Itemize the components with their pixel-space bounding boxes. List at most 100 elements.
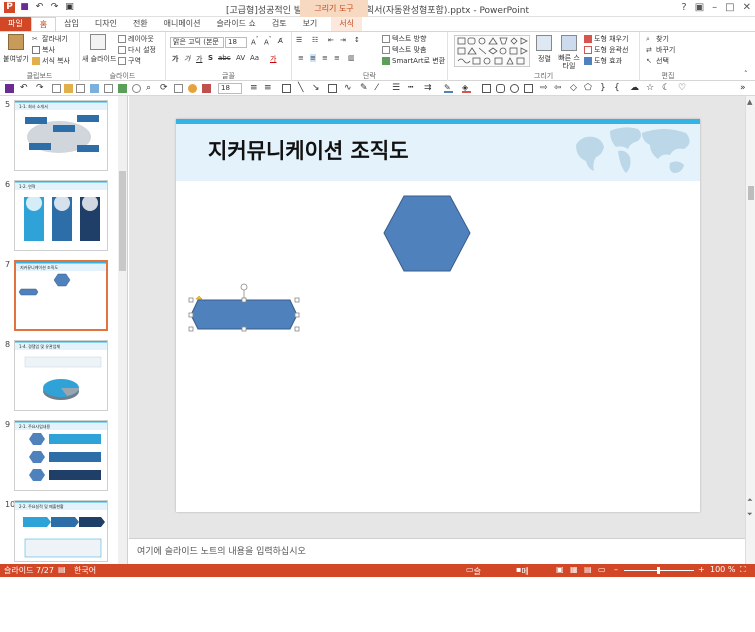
fit-to-window-icon[interactable]: ⛶ [740, 565, 746, 575]
resize-handle[interactable] [294, 312, 300, 318]
tab-slideshow[interactable]: 슬라이드 쇼 [208, 17, 263, 31]
resize-handle[interactable] [188, 297, 194, 303]
rounded-rect-icon[interactable] [496, 84, 505, 93]
arrow-style-icon[interactable]: ⇉ [424, 84, 433, 93]
smartart-icon[interactable] [202, 84, 211, 93]
spellcheck-icon[interactable]: ▤ [58, 565, 66, 574]
adjust-handle[interactable] [195, 295, 203, 300]
thumbnail-item[interactable]: 8 1-4. 경쟁업 및 유관업체 [0, 338, 120, 414]
font-color-icon[interactable]: 가 [270, 54, 276, 64]
textbox-icon[interactable] [328, 84, 337, 93]
save-icon[interactable] [5, 84, 14, 93]
slideshow-view-icon[interactable]: ▭ [598, 565, 606, 574]
numbering-icon[interactable]: ☷ [312, 36, 318, 44]
columns-icon[interactable]: ▥ [348, 54, 355, 62]
new-file-icon[interactable] [52, 84, 61, 93]
tab-design[interactable]: 디자인 [87, 17, 125, 31]
selected-bar-shape[interactable] [184, 279, 304, 333]
cut-button[interactable]: ✂ 잘라내기 [32, 34, 68, 44]
text-direction-button[interactable]: 텍스트 방향 [382, 34, 426, 44]
shapes-gallery[interactable] [454, 35, 530, 67]
toolbar-font-size[interactable]: 18 [218, 83, 242, 94]
shape-outline-button[interactable]: 도형 윤곽선 [584, 45, 628, 55]
scroll-up-icon[interactable]: ▲ [747, 98, 752, 106]
thumbnail-scrollbar[interactable] [118, 96, 127, 564]
resize-handle[interactable] [188, 312, 194, 318]
align-center-icon[interactable]: ≡ [310, 54, 316, 62]
italic-icon[interactable]: 가 [184, 54, 190, 64]
minimize-icon[interactable]: – [712, 2, 717, 13]
rectangle-icon[interactable] [282, 84, 291, 93]
slide-title[interactable]: 지커뮤니케이션 조직도 [208, 135, 409, 165]
resize-handle[interactable] [188, 326, 194, 332]
new-slide-icon[interactable] [90, 34, 106, 50]
align-left-icon[interactable]: ≡ [250, 84, 259, 93]
shapes-icon[interactable] [132, 84, 141, 93]
thumbnail-item[interactable]: 5 1-1. 회사 소개서 [0, 98, 120, 174]
arrange-button[interactable]: 정렬 [538, 54, 551, 64]
tab-animations[interactable]: 애니메이션 [156, 17, 209, 31]
replace-button[interactable]: ⇄ 바꾸기 [646, 45, 675, 55]
star-icon[interactable]: ☆ [646, 84, 655, 93]
thumbnail-slide-8[interactable]: 1-4. 경쟁업 및 유관업체 [14, 340, 108, 411]
hexagon-shape[interactable] [382, 195, 472, 273]
comments-toggle[interactable]: ▪ 메모 [516, 565, 529, 587]
line-spacing-icon[interactable]: ↕ [354, 36, 360, 44]
resize-handle[interactable] [294, 326, 300, 332]
chart-icon[interactable] [118, 84, 127, 93]
table-icon[interactable] [104, 84, 113, 93]
search-icon[interactable]: ⌕ [146, 84, 155, 93]
align-right-icon[interactable]: ≡ [322, 54, 328, 62]
resize-handle[interactable] [241, 297, 247, 303]
right-arrow-shape-icon[interactable]: ⇨ [540, 84, 549, 93]
quick-styles-icon[interactable] [561, 35, 577, 51]
fill-color-icon[interactable]: ◈ [462, 84, 471, 93]
zoom-slider-thumb[interactable] [657, 567, 660, 574]
print-icon[interactable] [76, 84, 85, 93]
thumbnail-item[interactable]: 9 2-1. 주요사업내용 [0, 418, 120, 494]
brace-icon[interactable]: { [614, 84, 623, 93]
decrease-font-icon[interactable]: A˅ [264, 37, 272, 46]
next-slide-icon[interactable]: ⏷ [747, 510, 753, 519]
shadow-icon[interactable]: S [208, 54, 213, 62]
justify-icon[interactable]: ≡ [334, 54, 340, 62]
paste-icon[interactable] [8, 34, 24, 50]
diamond-icon[interactable]: ◇ [570, 84, 579, 93]
slide-sorter-icon[interactable]: ▦ [570, 565, 578, 574]
zoom-in-icon[interactable]: + [698, 565, 705, 574]
dash-style-icon[interactable]: ┅ [408, 84, 417, 93]
rotation-handle[interactable] [240, 283, 248, 291]
speech-icon[interactable] [524, 84, 533, 93]
layout-button[interactable]: 레이아웃 [118, 34, 154, 44]
char-spacing-icon[interactable]: AV [236, 54, 245, 62]
normal-view-icon[interactable]: ▣ [556, 565, 564, 574]
arrange-icon[interactable] [536, 35, 552, 51]
color-wheel-icon[interactable] [188, 84, 197, 93]
current-slide[interactable]: 지커뮤니케이션 조직도 [176, 119, 700, 512]
redo-icon[interactable]: ↷ [36, 84, 45, 93]
callout-icon[interactable] [510, 84, 519, 93]
find-button[interactable]: ⌕ 찾기 [646, 34, 669, 44]
resize-handle[interactable] [241, 326, 247, 332]
language-indicator[interactable]: 한국어 [74, 565, 96, 576]
rect-shape-icon[interactable] [482, 84, 491, 93]
decrease-indent-icon[interactable]: ⇤ [328, 36, 334, 44]
moon-icon[interactable]: ☾ [662, 84, 671, 93]
thumbnail-slide-6[interactable]: 1-2. 연혁 [14, 180, 108, 251]
format-painter-button[interactable]: 서식 복사 [32, 56, 70, 66]
new-slide-button[interactable]: 새 슬라이드 [82, 54, 116, 64]
thumbnail-slide-10[interactable]: 2-2. 주요실적 및 매출현황 [14, 500, 108, 562]
resize-handle[interactable] [294, 297, 300, 303]
zoom-out-icon[interactable]: – [614, 565, 618, 574]
left-arrow-shape-icon[interactable]: ⇦ [554, 84, 563, 93]
increase-font-icon[interactable]: A˄ [251, 37, 259, 46]
undo-icon[interactable]: ↶ [20, 84, 29, 93]
reset-button[interactable]: 다시 설정 [118, 45, 156, 55]
heart-icon[interactable]: ♡ [678, 84, 687, 93]
reading-view-icon[interactable]: ▤ [584, 565, 592, 574]
select-button[interactable]: ↖ 선택 [646, 56, 669, 66]
line-color-icon[interactable]: ✎ [444, 84, 453, 93]
freeform-icon[interactable]: ✎ [360, 84, 369, 93]
thumbnail-slide-7[interactable]: 지커뮤니케이션 조직도 [14, 260, 108, 331]
arrow-icon[interactable]: ↘ [312, 84, 321, 93]
